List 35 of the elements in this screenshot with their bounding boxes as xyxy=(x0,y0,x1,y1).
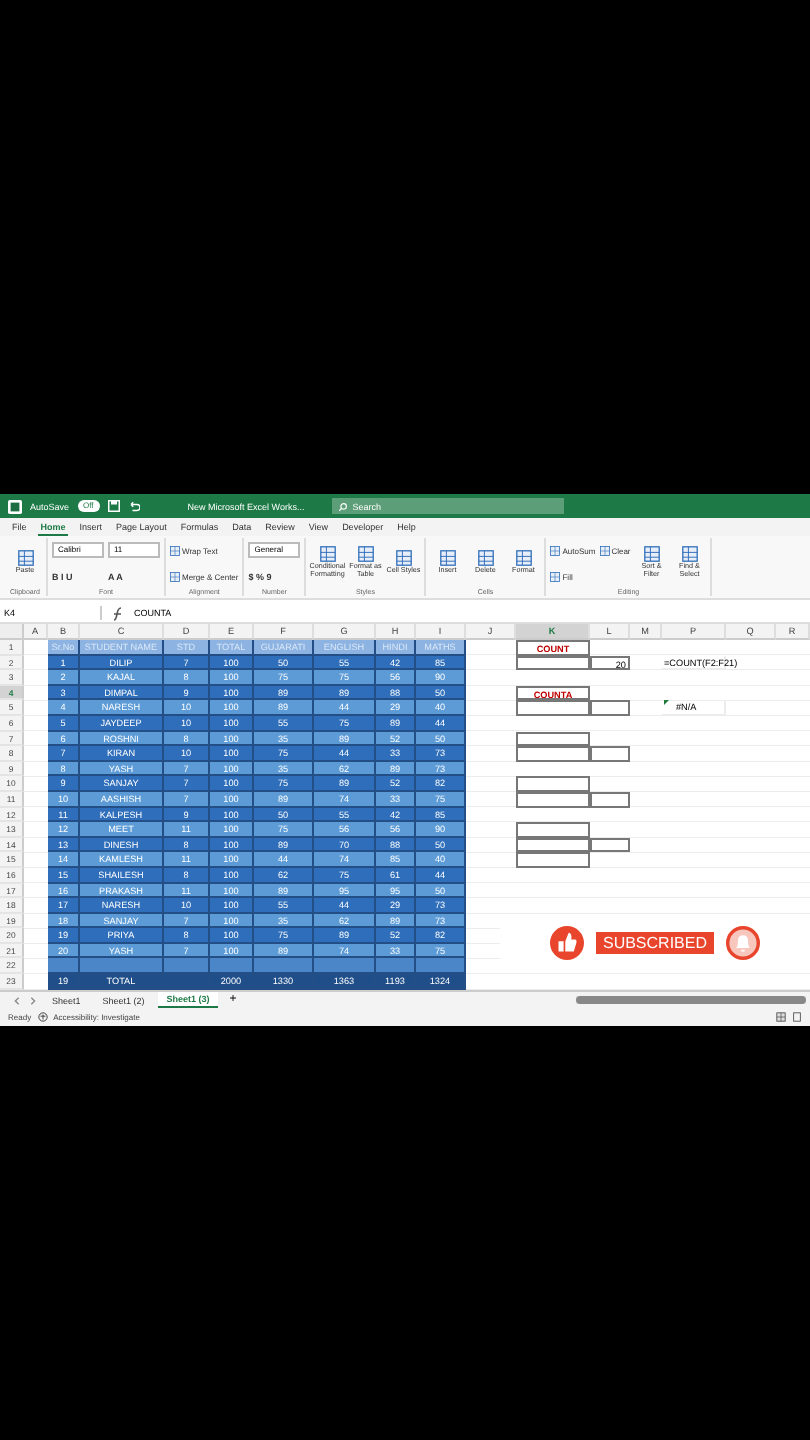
table-cell xyxy=(80,958,164,975)
table-cell xyxy=(254,958,314,975)
normal-view-icon[interactable] xyxy=(776,1012,786,1023)
grid-icon xyxy=(17,550,33,567)
grid-icon xyxy=(599,545,610,555)
table-cell xyxy=(376,958,416,975)
previous-sheet-icon[interactable] xyxy=(12,995,22,1006)
accessibility-icon[interactable] xyxy=(37,1012,48,1023)
thumbs-up-icon[interactable] xyxy=(550,926,585,960)
error-flag-icon[interactable] xyxy=(664,700,669,706)
bell-icon[interactable] xyxy=(725,926,759,960)
grid-icon xyxy=(550,571,561,581)
next-sheet-icon[interactable] xyxy=(28,995,38,1006)
page-layout-icon[interactable] xyxy=(792,1012,802,1023)
table-cell xyxy=(48,958,80,975)
grid-icon xyxy=(170,571,180,581)
grid-icon xyxy=(357,546,374,563)
undo-icon[interactable] xyxy=(127,500,140,512)
grid-icon xyxy=(515,550,532,567)
table-cell xyxy=(314,958,376,975)
spreadsheet-logo-icon xyxy=(8,499,22,513)
table-cell xyxy=(210,958,254,975)
grid-icon xyxy=(439,550,456,567)
grid-icon xyxy=(643,546,660,563)
grid-icon xyxy=(550,545,561,555)
grid-icon xyxy=(319,546,336,563)
grid-icon xyxy=(477,550,494,567)
save-icon[interactable] xyxy=(107,500,120,512)
table-cell xyxy=(416,958,466,975)
grid-icon xyxy=(395,550,412,567)
grid-icon xyxy=(170,545,180,555)
horizontal-scrollbar[interactable] xyxy=(576,996,806,1005)
grid-icon xyxy=(681,546,698,563)
subscribed-button[interactable]: SUBSCRIBED xyxy=(596,932,713,954)
table-cell xyxy=(164,958,210,975)
